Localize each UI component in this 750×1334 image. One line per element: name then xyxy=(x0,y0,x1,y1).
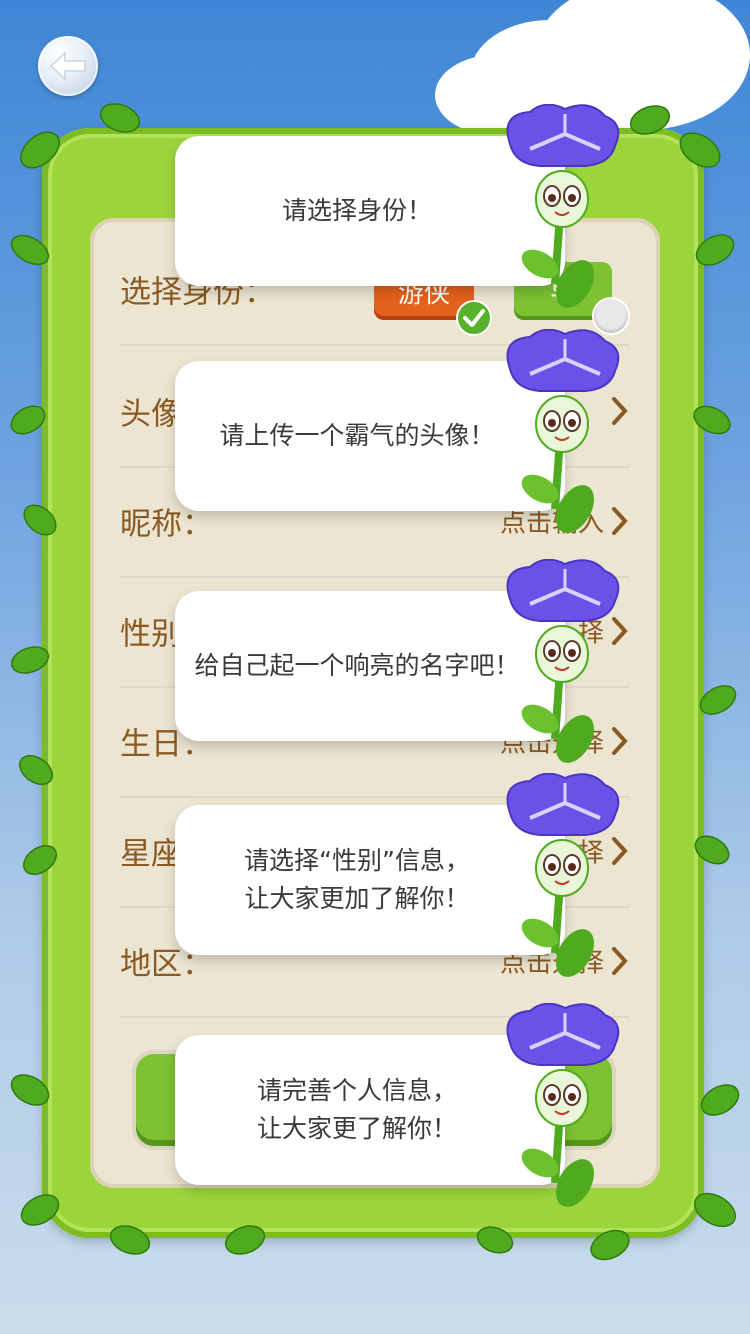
flower-mascot-icon xyxy=(506,104,620,308)
zodiac-label: 星座 xyxy=(120,836,182,873)
gender-label: 性别 xyxy=(120,616,182,653)
flower-mascot-icon xyxy=(506,1003,620,1207)
tip-text: 给自己起一个响亮的名字吧！ xyxy=(194,651,520,680)
tip-text: 请完善个人信息， 让大家更了解你！ xyxy=(256,1076,457,1143)
flower-mascot-icon xyxy=(506,773,620,977)
tip-text: 请选择“性别”信息， 让大家更加了解你！ xyxy=(244,846,470,913)
check-icon xyxy=(456,300,492,336)
flower-mascot-icon xyxy=(506,559,620,763)
flower-mascot-icon xyxy=(506,329,620,533)
tip-text: 请上传一个霸气的头像！ xyxy=(219,421,495,450)
tip-text: 请选择身份！ xyxy=(281,196,432,225)
avatar-label: 头像 xyxy=(120,396,182,433)
